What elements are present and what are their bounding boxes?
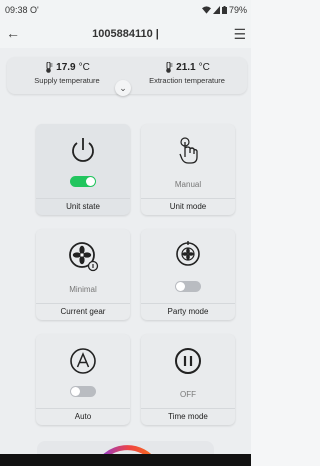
party-fan-icon — [176, 241, 200, 266]
auto-toggle[interactable] — [70, 386, 96, 397]
unit-state-label: Unit state — [66, 202, 100, 211]
extraction-temperature-label: Extraction temperature — [149, 76, 225, 85]
tile-current-gear[interactable]: Minimal Current gear — [36, 229, 130, 320]
hand-touch-icon — [179, 137, 198, 164]
extraction-temperature: 21.1 °C Extraction temperature — [127, 62, 247, 85]
current-gear-value: Minimal — [69, 285, 97, 294]
current-gear-label: Current gear — [60, 307, 106, 316]
app-header: ← 1005884110 | ☰ — [0, 20, 251, 48]
signal-icon — [212, 6, 220, 14]
time-mode-value: OFF — [180, 390, 196, 399]
extraction-temperature-unit: °C — [198, 62, 210, 73]
supply-temperature-unit: °C — [78, 62, 90, 73]
unit-mode-value: Manual — [174, 180, 202, 189]
party-mode-label: Party mode — [167, 307, 209, 316]
time-mode-label: Time mode — [168, 412, 208, 421]
thermometer-icon — [166, 62, 173, 73]
supply-temperature-value: 17.9 — [56, 62, 76, 73]
auto-mode-icon — [70, 348, 96, 374]
battery-level: 79% — [228, 5, 247, 15]
party-mode-toggle[interactable] — [175, 281, 201, 292]
tile-unit-state[interactable]: Unit state — [36, 124, 130, 215]
thermometer-icon — [46, 62, 53, 73]
supply-temperature-label: Supply temperature — [34, 76, 100, 85]
system-nav-bar — [0, 454, 251, 466]
menu-icon[interactable]: ☰ — [233, 26, 246, 43]
unit-state-toggle[interactable] — [70, 176, 96, 187]
auto-label: Auto — [74, 412, 92, 421]
tile-unit-mode[interactable]: Manual Unit mode — [141, 124, 235, 215]
expand-chevron-icon[interactable]: ⌄ — [115, 80, 131, 96]
power-icon — [72, 138, 94, 162]
tile-auto[interactable]: Auto — [36, 334, 130, 425]
extraction-temperature-value: 21.1 — [176, 62, 196, 73]
device-title: 1005884110 | — [92, 28, 159, 40]
status-bar: 09:38 O' 79% — [0, 0, 251, 20]
supply-temperature: 17.9 °C Supply temperature — [7, 62, 127, 85]
status-icons: 79% — [201, 5, 247, 15]
tile-time-mode[interactable]: OFF Time mode — [141, 334, 235, 425]
wifi-icon — [201, 6, 211, 14]
status-time: 09:38 O' — [5, 5, 39, 15]
battery-icon — [221, 6, 227, 14]
pause-circle-icon — [175, 348, 201, 374]
app-screen: 09:38 O' 79% ← 1005884110 | ☰ 17.9 °C Sup… — [0, 0, 251, 466]
tile-party-mode[interactable]: Party mode — [141, 229, 235, 320]
fan-gear-icon — [69, 242, 99, 272]
unit-mode-label: Unit mode — [169, 202, 207, 211]
